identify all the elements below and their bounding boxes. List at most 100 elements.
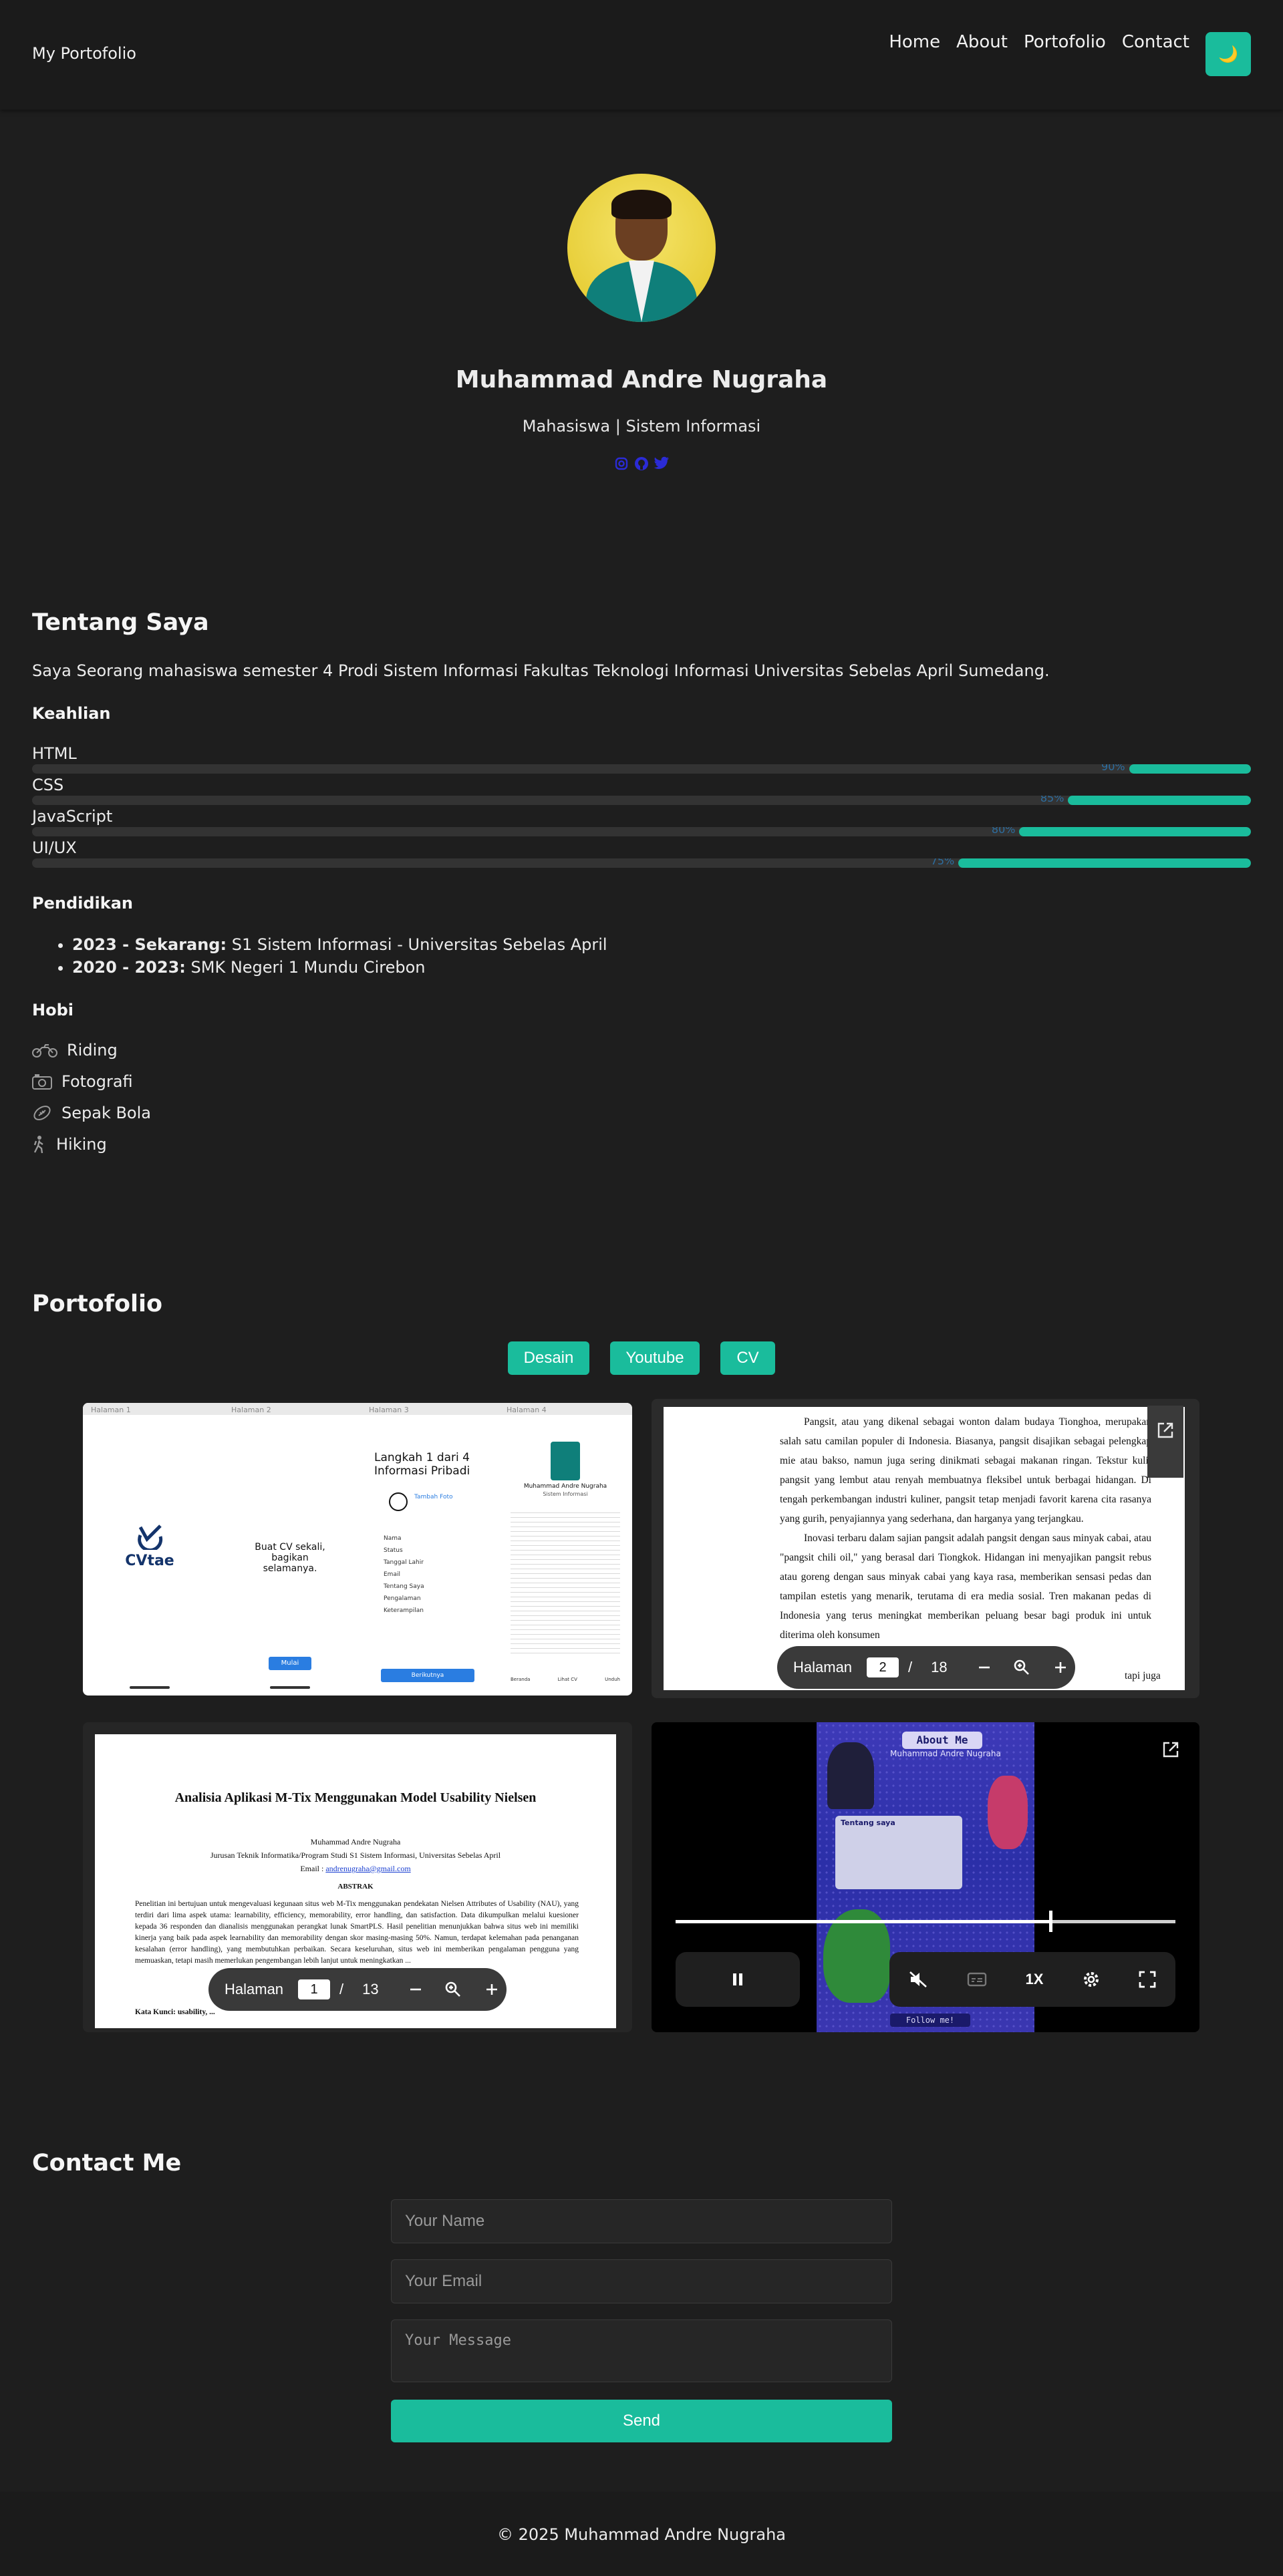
- github-icon[interactable]: [633, 456, 650, 472]
- about-text: Saya Seorang mahasiswa semester 4 Prodi …: [32, 661, 1050, 680]
- instagram-icon[interactable]: [613, 456, 629, 472]
- motorcycle-icon: [32, 1044, 57, 1058]
- skill-html: HTML 90%: [32, 744, 1251, 774]
- minus-icon: [410, 1988, 421, 1991]
- fullscreen-icon: [1139, 1971, 1156, 1988]
- footer: © 2025 Muhammad Andre Nugraha: [0, 2492, 1283, 2576]
- filter-youtube-button[interactable]: Youtube: [610, 1341, 700, 1375]
- education-item: 2023 - Sekarang: S1 Sistem Informasi - U…: [72, 935, 607, 954]
- skill-label: CSS: [32, 776, 64, 794]
- message-textarea[interactable]: Your Message: [391, 2319, 892, 2382]
- gear-icon: [1083, 1972, 1099, 1987]
- hobby-label: Sepak Bola: [61, 1104, 151, 1122]
- zoom-button[interactable]: [1013, 1659, 1030, 1676]
- pause-icon: [733, 1973, 742, 1985]
- hobby-label: Fotografi: [61, 1072, 133, 1091]
- profile-name: Muhammad Andre Nugraha: [455, 366, 828, 393]
- zoom-out-button[interactable]: [977, 1660, 992, 1675]
- skill-bar-fill: [1068, 796, 1251, 805]
- footer-text: © 2025 Muhammad Andre Nugraha: [497, 2525, 786, 2544]
- pdf-toolbar: Halaman 1 / 13: [208, 1968, 507, 2011]
- moon-icon: 🌙: [1218, 45, 1238, 63]
- brand-logo[interactable]: My Portofolio: [32, 44, 136, 63]
- theme-toggle-button[interactable]: 🌙: [1205, 32, 1251, 76]
- video-seek-bar[interactable]: [676, 1911, 1175, 1932]
- portfolio-title: Portofolio: [32, 1291, 163, 1317]
- muted-speaker-icon: [909, 1971, 927, 1987]
- design-screen-3: Halaman 3 Langkah 1 dari 4 Informasi Pri…: [365, 1406, 490, 1696]
- video-player[interactable]: About Me Muhammad Andre Nugraha Tentang …: [652, 1722, 1199, 2032]
- twitter-icon[interactable]: [654, 456, 670, 472]
- email-input[interactable]: Your Email: [391, 2259, 892, 2303]
- skill-bar: 85%: [32, 796, 1251, 805]
- nav-link-contact[interactable]: Contact: [1122, 32, 1189, 52]
- hobby-item: Sepak Bola: [32, 1104, 151, 1122]
- nav-links: Home About Portofolio Contact: [889, 32, 1189, 52]
- send-button[interactable]: Send: [391, 2400, 892, 2442]
- hobby-item: Hiking: [32, 1135, 107, 1154]
- education-list: 2023 - Sekarang: S1 Sistem Informasi - U…: [72, 935, 607, 981]
- camera-icon: [32, 1074, 52, 1090]
- design-screen-4: Halaman 4 Muhammad Andre Nugraha Sistem …: [503, 1406, 628, 1696]
- skill-percent: 75%: [930, 858, 955, 867]
- page-total: 13: [362, 1981, 379, 1997]
- nav-link-about[interactable]: About: [956, 32, 1008, 52]
- open-external-button[interactable]: [1147, 1406, 1183, 1478]
- hobby-label: Hiking: [56, 1135, 107, 1154]
- video-seek-handle[interactable]: [1049, 1911, 1052, 1932]
- skills-title: Keahlian: [32, 704, 111, 723]
- hobbies-title: Hobi: [32, 1001, 74, 1019]
- education-item: 2020 - 2023: SMK Negeri 1 Mundu Cirebon: [72, 958, 607, 977]
- captions-button[interactable]: [967, 1971, 987, 1987]
- hobby-item: Riding: [32, 1041, 118, 1060]
- skill-percent: 80%: [991, 827, 1016, 836]
- fullscreen-button[interactable]: [1139, 1971, 1156, 1988]
- hobby-label: Riding: [67, 1041, 118, 1060]
- plus-icon: [1054, 1662, 1066, 1673]
- skill-bar: 90%: [32, 764, 1251, 774]
- zoom-in-button[interactable]: [1053, 1660, 1068, 1675]
- profile-role: Mahasiswa | Sistem Informasi: [522, 417, 761, 436]
- pdf-toolbar: Halaman 2 / 18: [777, 1646, 1075, 1689]
- skill-bar: 75%: [32, 858, 1251, 868]
- design-screen-1: Halaman 1 CVtae: [87, 1406, 212, 1696]
- nav-link-home[interactable]: Home: [889, 32, 940, 52]
- about-title: Tentang Saya: [32, 609, 209, 636]
- skill-css: CSS 85%: [32, 776, 1251, 805]
- skill-percent: 85%: [1040, 796, 1064, 804]
- playback-speed-button[interactable]: 1X: [1026, 1971, 1044, 1988]
- play-pause-button[interactable]: [676, 1952, 800, 2007]
- navbar: My Portofolio Home About Portofolio Cont…: [0, 0, 1283, 110]
- skill-label: JavaScript: [32, 807, 113, 826]
- name-input[interactable]: Your Name: [391, 2199, 892, 2243]
- skill-uiux: UI/UX 75%: [32, 838, 1251, 868]
- pdf-viewer-1[interactable]: Pangsit, atau yang dikenal sebagai wonto…: [652, 1399, 1199, 1698]
- skill-bar-fill: [1129, 764, 1251, 774]
- page-number-input[interactable]: 1: [298, 1979, 331, 1999]
- nav-link-portfolio[interactable]: Portofolio: [1024, 32, 1106, 52]
- skill-bar-fill: [958, 858, 1251, 868]
- filter-cv-button[interactable]: CV: [720, 1341, 775, 1375]
- hiking-icon: [33, 1136, 43, 1154]
- plus-icon: [486, 1984, 497, 1995]
- external-link-icon: [1163, 1742, 1179, 1758]
- zoom-button[interactable]: [444, 1981, 462, 1998]
- skill-javascript: JavaScript 80%: [32, 807, 1251, 836]
- video-seek-progress: [676, 1920, 1050, 1923]
- profile-photo: [567, 174, 716, 322]
- zoom-in-button[interactable]: [484, 1982, 499, 1997]
- minus-icon: [978, 1666, 990, 1669]
- pdf-viewer-2[interactable]: Analisia Aplikasi M-Tix Menggunakan Mode…: [83, 1722, 632, 2032]
- zoom-out-button[interactable]: [408, 1982, 423, 1997]
- skill-label: UI/UX: [32, 838, 77, 857]
- zoom-icon: [1014, 1659, 1029, 1675]
- captions-icon: [967, 1972, 987, 1987]
- mute-button[interactable]: [909, 1971, 929, 1988]
- design-screen-2: Halaman 2 Buat CV sekali, bagikan selama…: [227, 1406, 353, 1696]
- design-card[interactable]: Halaman 1 CVtae Halaman 2 Buat CV sekali…: [83, 1403, 632, 1696]
- page-label: Halaman: [793, 1659, 853, 1675]
- open-external-button[interactable]: [1162, 1741, 1179, 1761]
- filter-desain-button[interactable]: Desain: [508, 1341, 589, 1375]
- settings-button[interactable]: [1082, 1970, 1101, 1989]
- page-number-input[interactable]: 2: [867, 1657, 899, 1677]
